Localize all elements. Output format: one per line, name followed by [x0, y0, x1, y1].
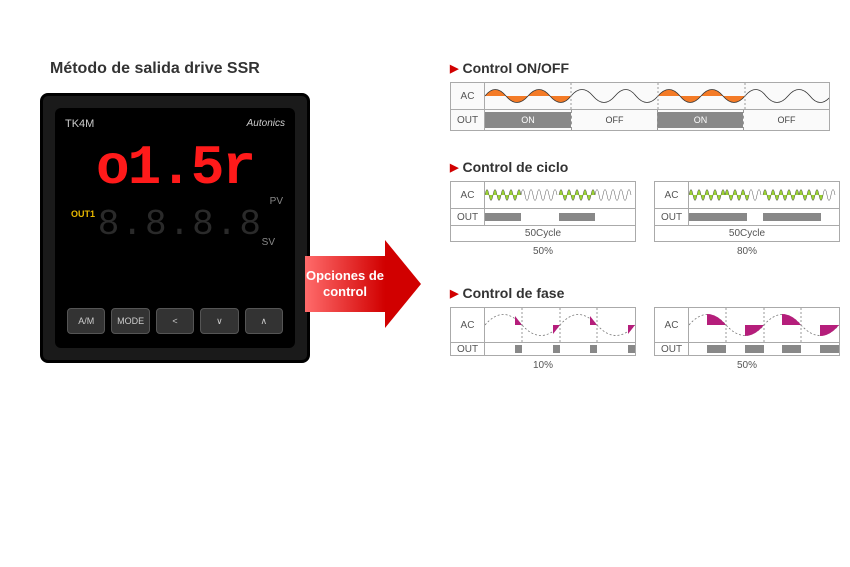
phase-ac-10	[485, 308, 635, 342]
phase-out-10	[485, 343, 635, 355]
onoff-block: ▶ Control ON/OFF AC	[450, 60, 830, 131]
out-label: OUT	[451, 110, 485, 130]
controller-device: TK4M Autonics o1.5r PV OUT1 8.8.8.8 SV A…	[40, 93, 310, 363]
ac-label: AC	[451, 308, 485, 342]
triangle-icon: ▶	[450, 161, 458, 174]
right-section: ▶ Control ON/OFF AC	[450, 60, 830, 547]
cycle-percent: 80%	[654, 246, 840, 257]
arrow-label: Opciones de control	[305, 256, 385, 312]
arrow-head-icon	[385, 240, 421, 328]
cycle-title: Control de ciclo	[462, 159, 568, 175]
triangle-icon: ▶	[450, 62, 458, 75]
left-button[interactable]: <	[156, 308, 194, 334]
cycle-ac-wave-80	[689, 182, 839, 208]
sv-display: 8.8.8.8	[63, 204, 287, 245]
out-label: OUT	[655, 343, 689, 355]
phase-block: ▶ Control de fase AC	[450, 285, 830, 371]
cycle-label: 50Cycle	[451, 225, 635, 241]
down-button[interactable]: ∨	[200, 308, 238, 334]
device-model: TK4M	[65, 118, 94, 130]
cycle-block: ▶ Control de ciclo AC	[450, 159, 830, 257]
left-title: Método de salida drive SSR	[50, 60, 340, 78]
cycle-out-80	[689, 209, 839, 225]
device-buttons: A/M MODE < ∨ ∧	[67, 308, 283, 334]
cycle-percent: 50%	[450, 246, 636, 257]
triangle-icon: ▶	[450, 287, 458, 300]
out1-label: OUT1	[71, 209, 95, 219]
cycle-ac-wave-50	[485, 182, 635, 208]
left-section: Método de salida drive SSR TK4M Autonics…	[40, 60, 340, 547]
ac-label: AC	[655, 308, 689, 342]
mode-button[interactable]: MODE	[111, 308, 149, 334]
phase-out-50	[689, 343, 839, 355]
device-brand: Autonics	[247, 118, 285, 129]
phase-percent: 50%	[654, 360, 840, 371]
onoff-ac-wave	[485, 83, 829, 109]
onoff-out-bar: ON OFF ON OFF	[485, 110, 829, 130]
up-button[interactable]: ∧	[245, 308, 283, 334]
am-button[interactable]: A/M	[67, 308, 105, 334]
ac-label: AC	[451, 83, 485, 109]
sv-label: SV	[262, 237, 275, 248]
out-label: OUT	[451, 343, 485, 355]
options-arrow: Opciones de control	[305, 240, 421, 328]
phase-ac-50	[689, 308, 839, 342]
out-label: OUT	[655, 209, 689, 225]
out-label: OUT	[451, 209, 485, 225]
cycle-label: 50Cycle	[655, 225, 839, 241]
onoff-title: Control ON/OFF	[462, 60, 569, 76]
phase-title: Control de fase	[462, 285, 564, 301]
ac-label: AC	[451, 182, 485, 208]
ac-label: AC	[655, 182, 689, 208]
pv-display: o1.5r	[63, 140, 287, 196]
cycle-out-50	[485, 209, 635, 225]
phase-percent: 10%	[450, 360, 636, 371]
